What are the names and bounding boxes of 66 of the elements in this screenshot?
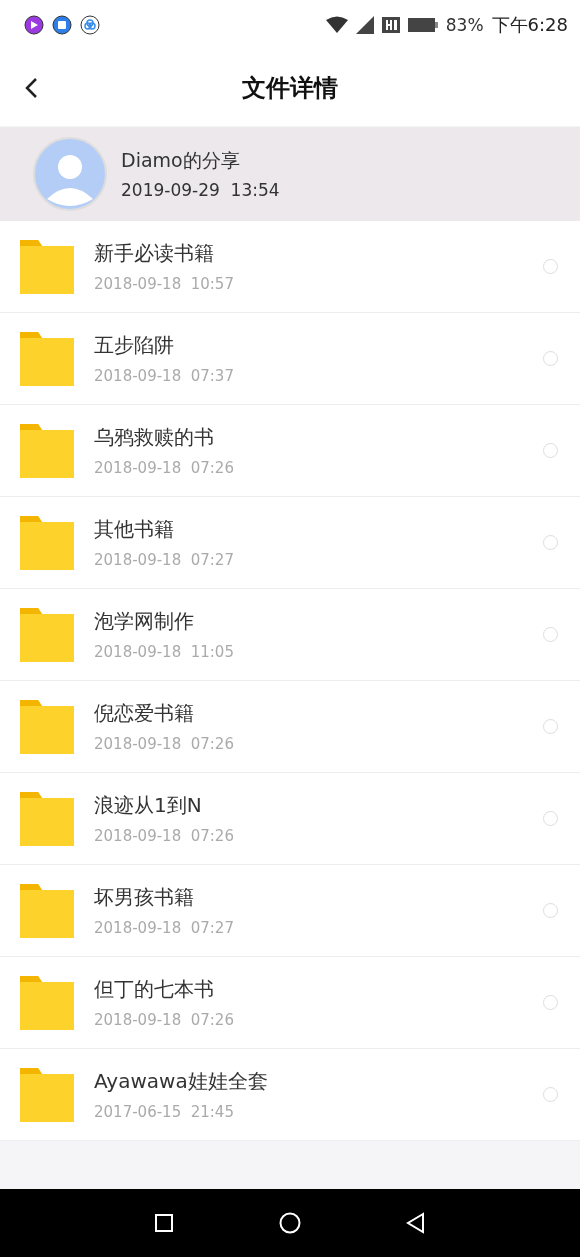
folder-icon <box>20 1067 74 1122</box>
file-name: 新手必读书籍 <box>94 240 215 267</box>
avatar-icon <box>33 137 107 211</box>
file-time: 2017-06-15 21:45 <box>94 1103 235 1121</box>
file-name: 浪迹从1到N <box>94 792 203 819</box>
file-row[interactable]: 浪迹从1到N 2018-09-18 07:26 <box>0 773 580 865</box>
folder-icon <box>20 423 74 478</box>
file-row[interactable]: 五步陷阱 2018-09-18 07:37 <box>0 313 580 405</box>
app-icon <box>24 15 44 35</box>
file-row[interactable]: 其他书籍 2018-09-18 07:27 <box>0 497 580 589</box>
recents-icon[interactable] <box>153 1212 175 1234</box>
file-row[interactable]: 泡学网制作 2018-09-18 11:05 <box>0 589 580 681</box>
signal-icon <box>355 16 374 34</box>
file-row[interactable]: 新手必读书籍 2018-09-18 10:57 <box>0 221 580 313</box>
file-name: 泡学网制作 <box>94 608 195 635</box>
file-row[interactable]: 坏男孩书籍 2018-09-18 07:27 <box>0 865 580 957</box>
select-radio[interactable] <box>543 443 558 458</box>
file-time: 2018-09-18 07:26 <box>94 735 235 753</box>
share-name: Diamo的分享 <box>121 148 241 173</box>
folder-icon <box>20 331 74 386</box>
select-radio[interactable] <box>543 995 558 1010</box>
file-row[interactable]: 倪恋爱书籍 2018-09-18 07:26 <box>0 681 580 773</box>
select-radio[interactable] <box>543 903 558 918</box>
select-radio[interactable] <box>543 351 558 366</box>
select-radio[interactable] <box>543 1087 558 1102</box>
folder-icon <box>20 975 74 1030</box>
select-radio[interactable] <box>543 719 558 734</box>
folder-icon <box>20 883 74 938</box>
hd-icon <box>381 16 400 34</box>
share-time: 2019-09-29 13:54 <box>121 180 280 200</box>
file-name: 倪恋爱书籍 <box>94 700 195 727</box>
file-row[interactable]: 但丁的七本书 2018-09-18 07:26 <box>0 957 580 1049</box>
folder-icon <box>20 607 74 662</box>
file-time: 2018-09-18 07:26 <box>94 459 235 477</box>
file-name: Ayawawa娃娃全套 <box>94 1068 269 1095</box>
file-name: 乌鸦救赎的书 <box>94 424 215 451</box>
folder-icon <box>20 791 74 846</box>
select-radio[interactable] <box>543 259 558 274</box>
file-time: 2018-09-18 07:27 <box>94 919 235 937</box>
file-time: 2018-09-18 07:37 <box>94 367 235 385</box>
home-icon[interactable] <box>279 1212 301 1234</box>
file-row[interactable]: Ayawawa娃娃全套 2017-06-15 21:45 <box>0 1049 580 1141</box>
file-time: 2018-09-18 10:57 <box>94 275 235 293</box>
file-name: 但丁的七本书 <box>94 976 215 1003</box>
app-icon <box>52 15 72 35</box>
wifi-icon <box>325 16 348 34</box>
file-name: 五步陷阱 <box>94 332 175 359</box>
status-time: 下午6:28 <box>491 13 568 37</box>
file-row[interactable]: 乌鸦救赎的书 2018-09-18 07:26 <box>0 405 580 497</box>
file-name: 坏男孩书籍 <box>94 884 195 911</box>
page-title: 文件详情 <box>242 73 338 104</box>
file-time: 2018-09-18 11:05 <box>94 643 235 661</box>
battery-level: 83% <box>445 15 484 35</box>
select-radio[interactable] <box>543 535 558 550</box>
file-name: 其他书籍 <box>94 516 175 543</box>
folder-icon <box>20 515 74 570</box>
file-time: 2018-09-18 07:26 <box>94 1011 235 1029</box>
folder-icon <box>20 239 74 294</box>
folder-icon <box>20 699 74 754</box>
file-time: 2018-09-18 07:27 <box>94 551 235 569</box>
cloud-icon <box>80 15 100 35</box>
select-radio[interactable] <box>543 811 558 826</box>
back-nav-icon[interactable] <box>405 1212 427 1234</box>
select-radio[interactable] <box>543 627 558 642</box>
battery-icon <box>407 16 438 34</box>
file-time: 2018-09-18 07:26 <box>94 827 235 845</box>
